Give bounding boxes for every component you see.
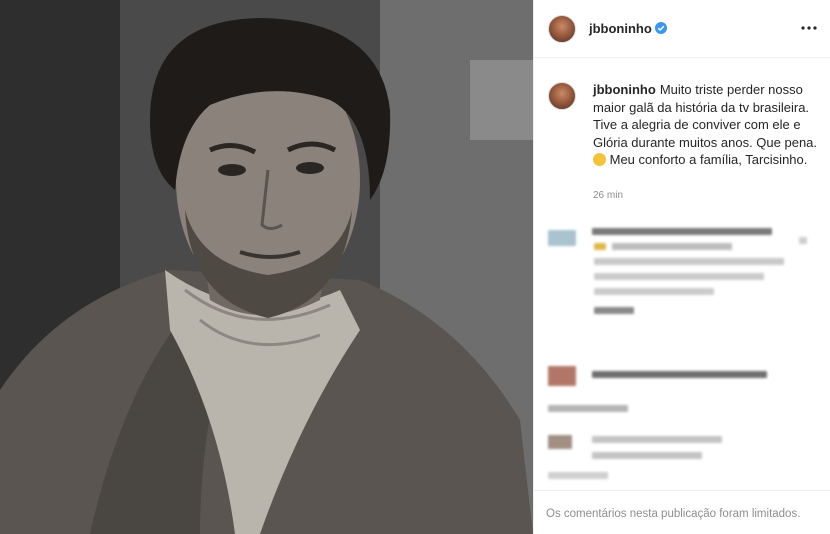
post-details-panel: jbboninho jbboninho Muito triste perder n… bbox=[533, 0, 830, 534]
caption-body-end: Meu conforto a família, Tarcisinho. bbox=[609, 152, 808, 167]
header-username[interactable]: jbboninho bbox=[589, 21, 667, 36]
portrait-illustration bbox=[0, 0, 533, 534]
comments-limited-footer: Os comentários nesta publicação foram li… bbox=[534, 490, 830, 534]
caption-text: jbboninho Muito triste perder nosso maior… bbox=[593, 81, 819, 169]
limited-comments-notice: Os comentários nesta publicação foram li… bbox=[546, 508, 801, 520]
blurred-comment bbox=[534, 225, 830, 320]
blurred-comment bbox=[534, 363, 830, 393]
verified-badge-icon bbox=[654, 22, 667, 34]
blurred-comment bbox=[534, 400, 830, 480]
post-header: jbboninho bbox=[534, 0, 830, 58]
post-photo[interactable] bbox=[0, 0, 533, 534]
caption-username[interactable]: jbboninho bbox=[593, 82, 656, 97]
more-options-icon[interactable] bbox=[799, 20, 819, 36]
sad-face-emoji bbox=[593, 153, 606, 166]
caption-avatar[interactable] bbox=[548, 82, 576, 110]
post-timestamp[interactable]: 26 min bbox=[593, 190, 623, 201]
avatar[interactable] bbox=[548, 15, 576, 43]
